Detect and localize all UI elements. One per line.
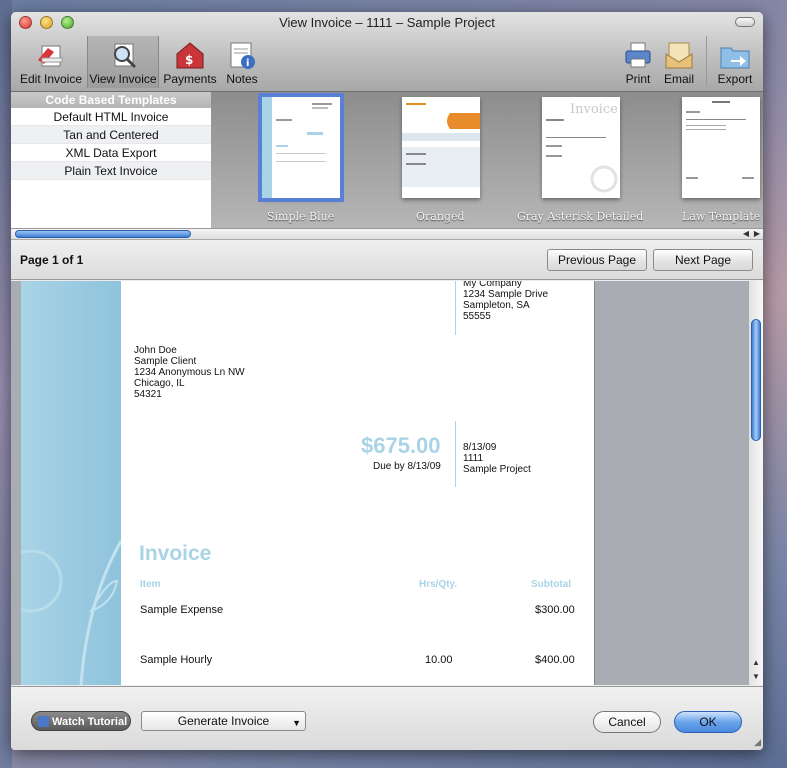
due-date: Due by 8/13/09 [373,461,441,472]
cancel-button[interactable]: Cancel [593,711,661,733]
previous-page-button[interactable]: Previous Page [547,249,647,271]
chevron-down-icon: ▼ [292,718,301,728]
watch-tutorial-button[interactable]: Watch Tutorial [31,711,131,731]
notes-label: Notes [226,72,258,86]
edit-invoice-icon [34,40,68,70]
email-icon [662,40,696,70]
printer-icon [621,40,655,70]
client-zip: 54321 [134,389,162,400]
template-thumbnail-gray-asterisk-detailed[interactable]: Invoice [542,97,620,198]
scroll-up-arrow-icon[interactable]: ▲ [752,658,760,667]
generate-invoice-label: Generate Invoice [177,714,270,728]
amount-divider [455,421,456,487]
print-button[interactable]: Print [619,36,657,88]
export-label: Export [717,72,753,86]
svg-text:$: $ [185,53,193,67]
column-item: Item [140,579,161,590]
email-label: Email [663,72,694,86]
payments-label: Payments [163,72,217,86]
company-address: 1234 Sample Drive [463,289,549,300]
video-icon [38,716,49,727]
page-indicator: Page 1 of 1 [20,253,84,267]
header-divider [455,281,456,335]
template-list-item[interactable]: Default HTML Invoice [11,108,211,126]
view-invoice-icon [106,40,140,70]
template-caption: Gray Asterisk Detailed [517,210,644,223]
next-page-button[interactable]: Next Page [653,249,753,271]
invoice-heading: Invoice [139,542,212,565]
export-folder-icon [718,40,752,70]
page-navigation-bar: Page 1 of 1 Previous Page Next Page [11,239,763,280]
notes-icon: i [225,40,259,70]
dialog-footer: Watch Tutorial Generate Invoice ▼ Cancel… [11,686,763,750]
preview-vertical-scrollbar[interactable]: ▲ ▼ [748,281,763,685]
line-item-name: Sample Expense [140,604,224,616]
template-list-item[interactable]: Tan and Centered [11,126,211,144]
edit-invoice-label: Edit Invoice [19,72,83,86]
line-item-name: Sample Hourly [140,654,213,666]
template-caption: Oranged [416,210,465,223]
company-city: Sampleton, SA [463,300,530,311]
template-chooser: Code Based Templates Default HTML Invoic… [11,92,763,239]
client-address: 1234 Anonymous Ln NW [134,367,245,378]
payments-icon: $ [173,40,207,70]
horizontal-scroll-thumb[interactable] [15,230,191,238]
invoice-number: 1111 [463,453,484,464]
code-templates-header: Code Based Templates [11,92,211,108]
invoice-sidebar-decoration [21,281,123,685]
scroll-down-arrow-icon[interactable]: ▼ [752,672,760,681]
notes-button[interactable]: i Notes [221,36,263,88]
company-zip: 55555 [463,311,491,322]
payments-button[interactable]: $ Payments [161,36,219,88]
line-item-qty: 10.00 [425,654,453,666]
title-bar: View Invoice – 1111 – Sample Project Edi… [11,12,763,92]
invoice-project: Sample Project [463,464,531,475]
invoice-window: View Invoice – 1111 – Sample Project Edi… [11,12,763,750]
toolbar-toggle-button[interactable] [735,17,755,27]
amount-due: $675.00 [361,433,441,458]
column-subtotal: Subtotal [531,579,571,590]
invoice-date: 8/13/09 [463,442,497,453]
template-caption: Law Template [682,210,761,223]
invoice-page: My Company 1234 Sample Drive Sampleton, … [21,281,595,685]
edit-invoice-button[interactable]: Edit Invoice [15,36,87,88]
template-thumbnail-simple-blue[interactable] [258,93,344,202]
code-templates-list: Code Based Templates Default HTML Invoic… [11,92,211,230]
line-item-subtotal: $400.00 [535,654,575,666]
scroll-left-arrow-icon[interactable]: ◀ [743,229,749,238]
client-name: John Doe [134,345,177,356]
template-horizontal-scrollbar[interactable]: ◀ ▶ [11,228,763,239]
email-button[interactable]: Email [659,36,699,88]
export-button[interactable]: Export [713,36,757,88]
svg-text:Invoice: Invoice [570,102,618,117]
vertical-scroll-thumb[interactable] [751,319,761,441]
generate-invoice-popup[interactable]: Generate Invoice ▼ [141,711,306,731]
view-invoice-label: View Invoice [89,72,157,86]
template-list-item[interactable]: XML Data Export [11,144,211,162]
template-caption: Simple Blue [267,210,335,223]
window-title: View Invoice – 1111 – Sample Project [279,15,495,30]
scroll-right-arrow-icon[interactable]: ▶ [754,229,760,238]
watch-tutorial-label: Watch Tutorial [52,716,128,728]
print-label: Print [625,72,651,86]
template-thumbnail-oranged[interactable] [402,97,480,198]
company-name: My Company [463,281,522,289]
client-company: Sample Client [134,356,197,367]
client-city: Chicago, IL [134,378,185,389]
toolbar-divider [706,36,707,86]
resize-grip-icon[interactable]: ◢ [754,737,761,748]
template-thumbnail-law-template[interactable] [682,97,760,198]
template-list-item[interactable]: Plain Text Invoice [11,162,211,180]
column-hrs-qty: Hrs/Qty. [419,579,458,590]
view-invoice-button[interactable]: View Invoice [87,36,159,88]
invoice-preview: My Company 1234 Sample Drive Sampleton, … [11,281,763,685]
ok-button[interactable]: OK [674,711,742,733]
svg-text:i: i [246,58,249,69]
line-item-subtotal: $300.00 [535,604,575,616]
